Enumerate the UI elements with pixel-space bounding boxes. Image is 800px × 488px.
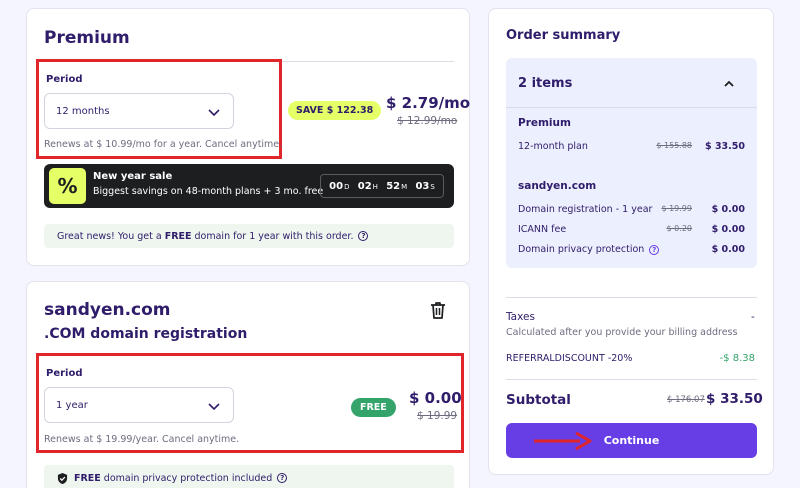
shield-check-icon <box>57 472 68 484</box>
domain-card: sandyen.com .COM domain registration Per… <box>26 281 470 488</box>
divider <box>506 107 757 108</box>
order-summary-card: Order summary 2 items Premium 12-month p… <box>488 8 774 475</box>
taxes-label: Taxes <box>506 311 535 323</box>
referral-label: REFERRALDISCOUNT -20% <box>506 353 633 364</box>
divider <box>506 379 757 380</box>
domain-name: sandyen.com <box>44 300 171 320</box>
divider <box>506 297 757 298</box>
domain-period-value: 1 year <box>56 399 88 411</box>
summary-items-box: 2 items Premium 12-month plan $ 155.88 $… <box>506 58 757 268</box>
line-label: ICANN fee <box>518 224 567 235</box>
line-label: Domain privacy protection? <box>518 244 660 255</box>
summary-section-title: Premium <box>518 117 571 129</box>
items-count: 2 items <box>518 76 573 91</box>
notice-text-end: domain for 1 year with this order. <box>194 230 354 242</box>
line-price: $ 33.50 <box>705 141 745 152</box>
sale-title: New year sale <box>93 171 173 182</box>
taxes-value: - <box>751 311 755 323</box>
countdown-timer: 00D 02H 52M 03S <box>320 174 444 198</box>
help-icon[interactable]: ? <box>358 231 369 241</box>
free-badge: FREE <box>351 398 396 417</box>
privacy-text: domain privacy protection included <box>103 472 273 484</box>
percent-icon: % <box>49 168 86 204</box>
chevron-up-icon[interactable] <box>723 78 735 90</box>
domain-subtitle: .COM domain registration <box>44 326 248 342</box>
sale-banner: % New year sale Biggest savings on 48-mo… <box>44 164 454 208</box>
domain-old-price: $ 19.99 <box>417 410 458 422</box>
summary-section-title: sandyen.com <box>518 180 597 192</box>
renewal-note: Renews at $ 19.99/year. Cancel anytime. <box>44 434 240 445</box>
line-old-price: $ 0.20 <box>666 224 692 233</box>
premium-title: Premium <box>44 28 130 48</box>
renewal-note: Renews at $ 10.99/mo for a year. Cancel … <box>44 139 283 150</box>
privacy-bold: FREE <box>74 472 101 484</box>
period-value: 12 months <box>56 105 110 117</box>
line-price: $ 0.00 <box>711 224 745 235</box>
line-price: $ 0.00 <box>711 204 745 215</box>
line-label: Domain registration - 1 year <box>518 204 653 215</box>
plan-price: $ 2.79/mo <box>386 94 471 112</box>
subtotal-old-price: $ 176.07 <box>667 395 705 405</box>
privacy-notice: FREE domain privacy protection included … <box>44 465 454 488</box>
help-icon[interactable]: ? <box>277 473 288 483</box>
countdown-minutes: 52M <box>386 180 408 192</box>
premium-plan-card: Premium Period 12 months Renews at $ 10.… <box>26 8 470 266</box>
taxes-note: Calculated after you provide your billin… <box>506 327 738 338</box>
domain-period-select[interactable]: 1 year <box>44 387 234 423</box>
period-label: Period <box>46 368 83 379</box>
line-price: $ 0.00 <box>711 244 745 255</box>
period-select[interactable]: 12 months <box>44 93 234 129</box>
subtotal-price: $ 33.50 <box>706 391 763 407</box>
subtotal-label: Subtotal <box>506 392 571 408</box>
free-domain-notice: Great news! You get a FREE domain for 1 … <box>44 224 454 248</box>
countdown-hours: 02H <box>357 180 378 192</box>
chevron-down-icon <box>208 109 220 117</box>
trash-icon[interactable] <box>430 301 446 319</box>
notice-text: Great news! You get a <box>57 230 162 242</box>
period-label: Period <box>46 74 83 85</box>
countdown-seconds: 03S <box>415 180 435 192</box>
arrow-right-icon <box>534 431 592 451</box>
notice-bold: FREE <box>164 230 192 242</box>
line-label: 12-month plan <box>518 141 588 152</box>
line-old-price: $ 19.99 <box>661 204 692 213</box>
save-badge: SAVE $ 122.38 <box>288 101 382 120</box>
referral-value: -$ 8.38 <box>719 353 755 364</box>
order-summary-title: Order summary <box>506 28 621 43</box>
plan-old-price: $ 12.99/mo <box>397 115 458 127</box>
line-old-price: $ 155.88 <box>656 141 692 150</box>
chevron-down-icon <box>208 403 220 411</box>
help-icon[interactable]: ? <box>649 244 660 255</box>
sale-subtitle: Biggest savings on 48-month plans + 3 mo… <box>93 186 324 197</box>
countdown-days: 00D <box>329 180 350 192</box>
domain-price: $ 0.00 <box>409 389 462 407</box>
